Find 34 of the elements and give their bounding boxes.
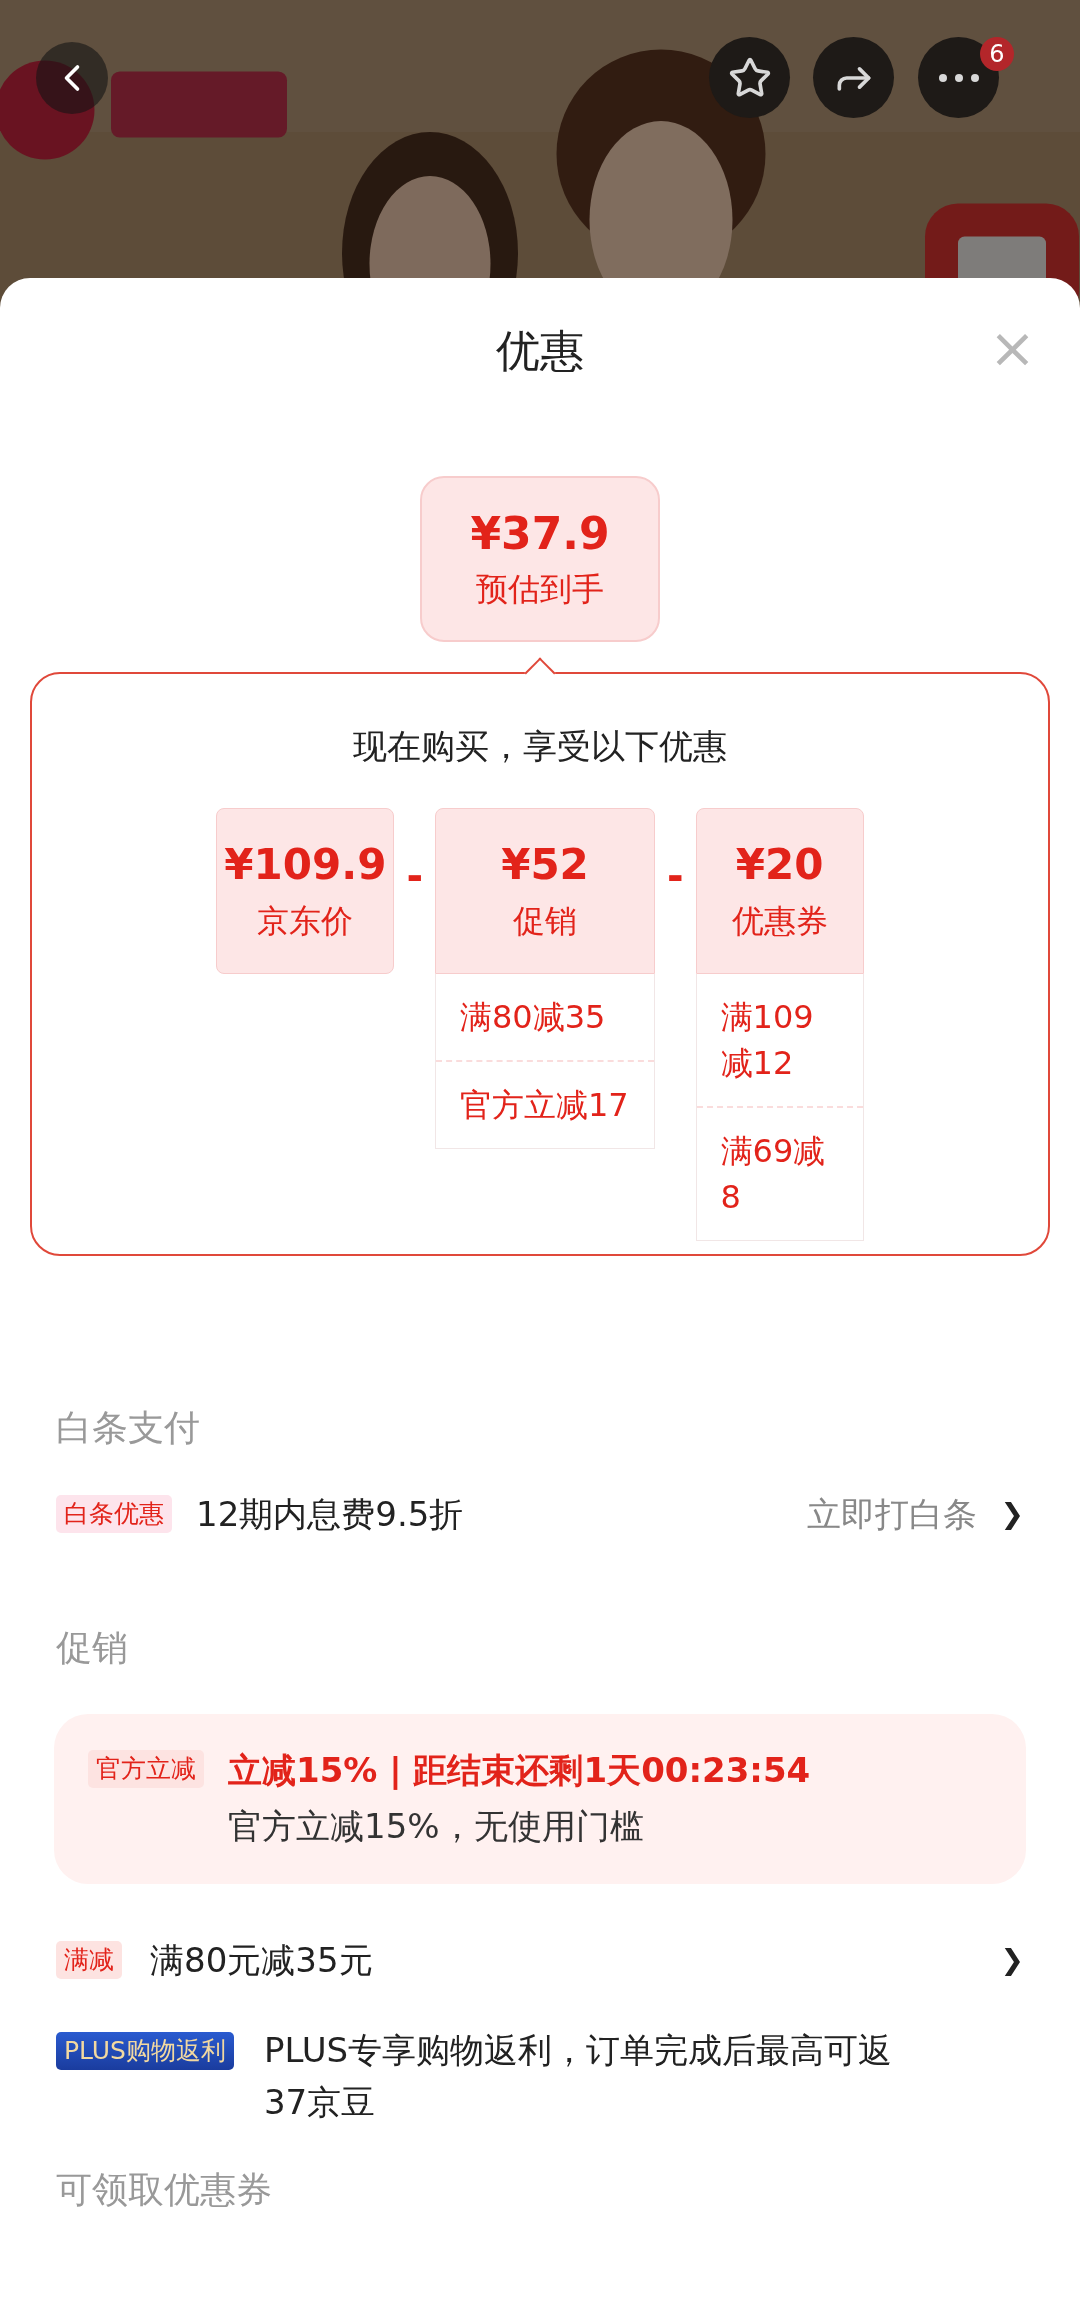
baitiao-row[interactable]: 白条优惠 12期内息费9.5折 立即打白条 ❯	[56, 1492, 1024, 1536]
discount-label: 京东价	[257, 901, 354, 941]
section-heading: 促销	[56, 1626, 129, 1670]
section-heading: 可领取优惠券	[56, 2168, 273, 2212]
discount-amount: ¥52	[501, 841, 589, 889]
section-heading: 白条支付	[56, 1406, 201, 1450]
promo-tag: 官方立减	[88, 1750, 204, 1788]
estimate-price: ¥37.9	[470, 509, 610, 559]
discount-detail: 满109减12	[720, 998, 814, 1082]
promo-description: 满80元减35元	[150, 1939, 373, 1982]
discount-detail: 满80减35	[460, 998, 606, 1036]
discount-amount: ¥109.9	[224, 841, 387, 889]
discount-detail: 官方立减17	[460, 1086, 629, 1124]
breakdown-heading: 现在购买，享受以下优惠	[353, 725, 727, 768]
discount-amount: ¥20	[735, 841, 824, 889]
promo-row[interactable]: 满减 满80元减35元 ❯	[56, 1938, 1024, 1982]
discount-label: 促销	[513, 901, 577, 941]
minus-sign: -	[406, 856, 423, 896]
baitiao-offer: 12期内息费9.5折	[196, 1493, 464, 1536]
promo-description: PLUS专享购物返利，订单完成后最高可返37京豆	[263, 2029, 894, 2124]
estimate-label: 预估到手	[476, 569, 604, 609]
promo-description: 官方立减15%，无使用门槛	[228, 1805, 645, 1848]
promo-tag: 白条优惠	[56, 1495, 172, 1533]
minus-sign: -	[667, 856, 684, 896]
baitiao-action[interactable]: 立即打白条	[806, 1492, 977, 1536]
discount-detail: 满69减8	[720, 1132, 826, 1216]
chevron-icon: ❯	[1000, 1939, 1024, 1981]
sheet-title: 优惠	[496, 323, 584, 378]
promo-title: 立减15% | 距结束还剩1天00:23:54	[228, 1750, 811, 1790]
chevron-icon: ❯	[1000, 1493, 1024, 1535]
promo-tag: 满减	[56, 1941, 122, 1979]
more-icon	[938, 73, 979, 82]
discount-label: 优惠券	[731, 901, 828, 941]
promo-tag: PLUS购物返利	[56, 2032, 234, 2070]
